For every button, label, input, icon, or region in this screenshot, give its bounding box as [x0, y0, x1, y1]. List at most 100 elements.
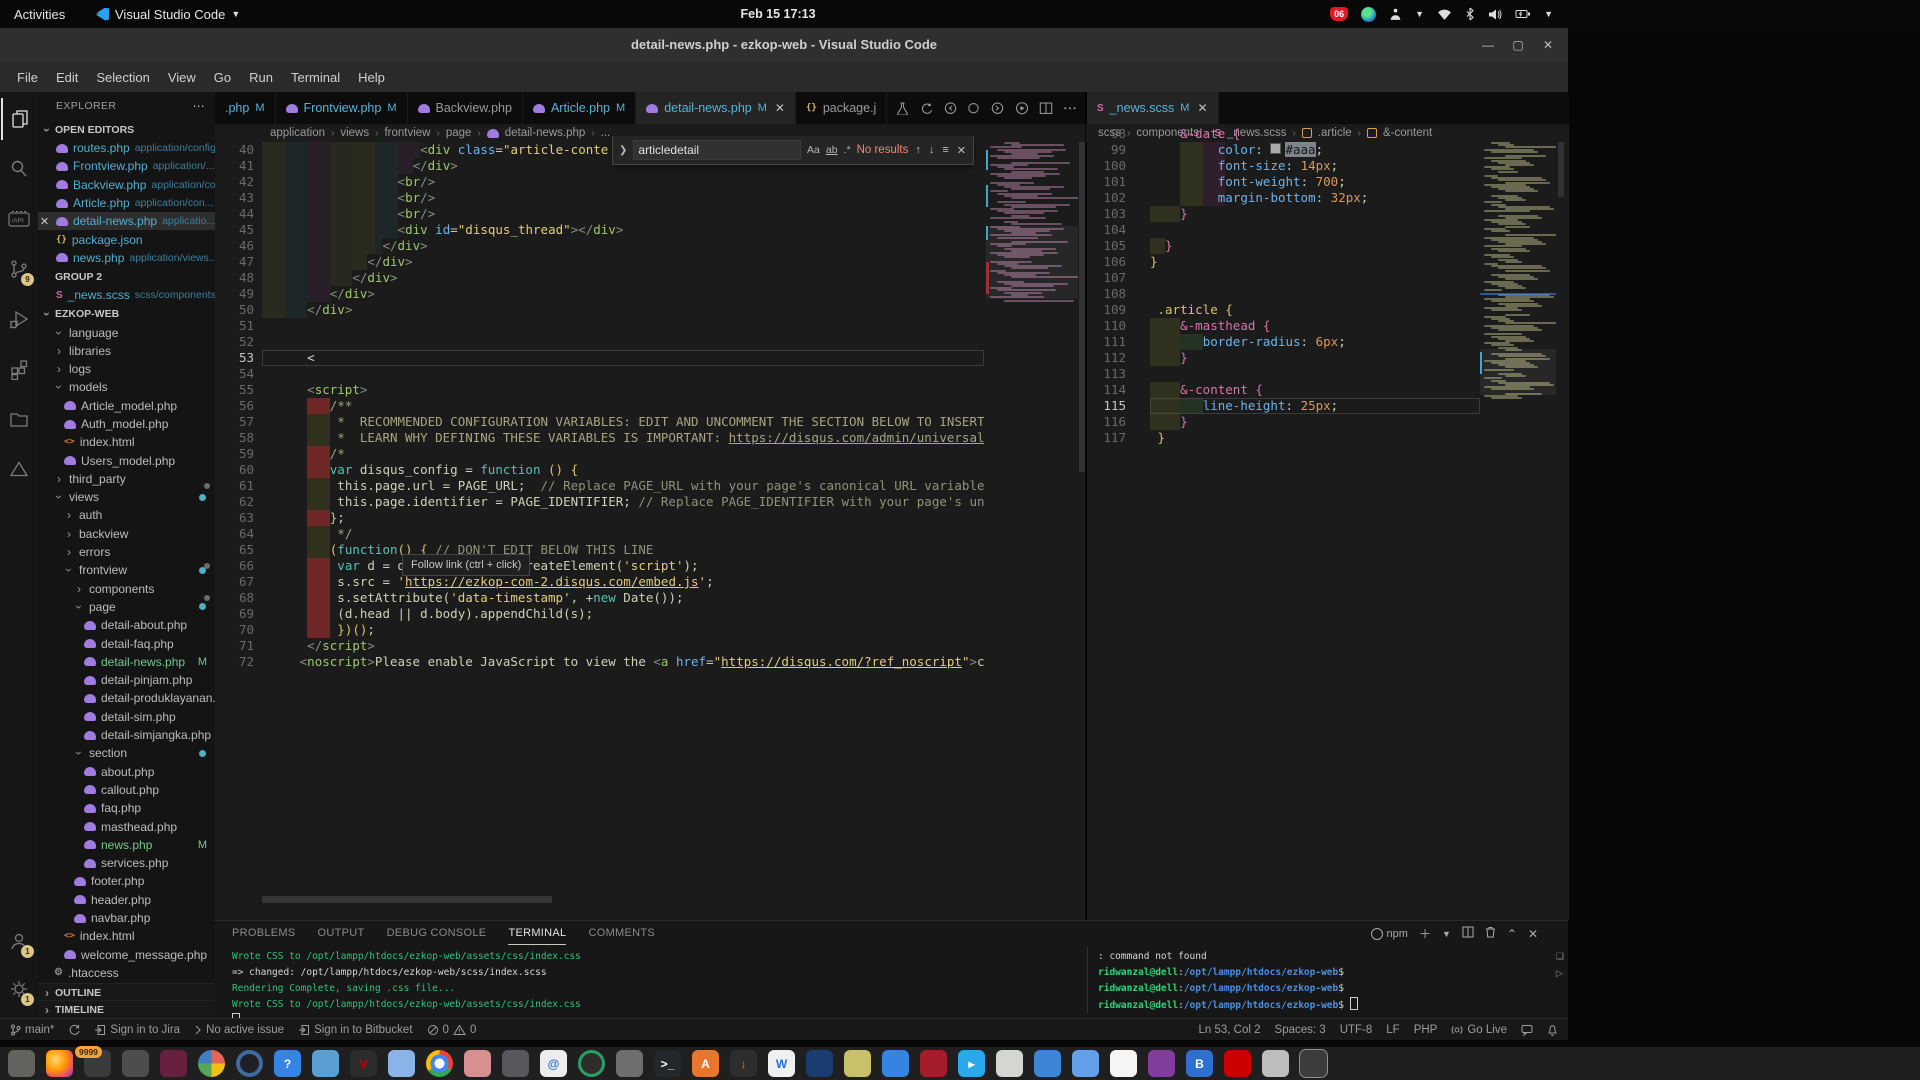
workspace-header[interactable]: ›EZKOP-WEB	[38, 304, 215, 323]
tree-item-section[interactable]: ›section	[38, 744, 215, 762]
open-editor-item[interactable]: Frontview.phpapplication/...M	[38, 157, 215, 175]
breadcrumb-item[interactable]: ...	[601, 127, 611, 139]
run-and-debug-icon[interactable]	[1, 298, 37, 340]
terminal-dropdown-icon[interactable]: ▼	[1442, 929, 1451, 939]
terminal-tabs-list[interactable]: ❏▷	[1556, 951, 1564, 979]
taskbar-app-30-icon[interactable]	[1110, 1050, 1137, 1077]
taskbar-libreoffice-a-icon[interactable]: A	[692, 1050, 719, 1077]
tree-item-services.php[interactable]: services.php	[38, 854, 215, 872]
tree-item-detail-pinjam.php[interactable]: detail-pinjam.php	[38, 671, 215, 689]
status-active-issue[interactable]: No active issue	[194, 1024, 284, 1036]
tree-item-footer.php[interactable]: footer.php	[38, 872, 215, 890]
tree-item-language[interactable]: ›language	[38, 323, 215, 341]
tree-item-welcome_message.php[interactable]: welcome_message.php	[38, 945, 215, 963]
panel-tab-comments[interactable]: COMMENTS	[588, 927, 655, 945]
menu-view[interactable]: View	[159, 66, 205, 89]
panel-tab-terminal[interactable]: TERMINAL	[508, 927, 566, 945]
taskbar-bluetooth-icon[interactable]: B	[1186, 1050, 1213, 1077]
minimize-button[interactable]: —	[1480, 38, 1496, 52]
menu-terminal[interactable]: Terminal	[282, 66, 349, 89]
taskbar-firefox-icon[interactable]	[46, 1050, 73, 1077]
triangle-tool-icon[interactable]	[1, 448, 37, 490]
extensions-icon[interactable]	[1, 348, 37, 390]
terminal-process-label[interactable]: npm	[1371, 928, 1408, 940]
volume-icon[interactable]	[1488, 8, 1502, 21]
gutter-dot[interactable]	[204, 563, 210, 569]
taskbar-app-31-icon[interactable]	[1148, 1050, 1175, 1077]
status-git-branch[interactable]: main*	[10, 1024, 54, 1036]
gutter-dot[interactable]	[204, 483, 210, 489]
previous-match-icon[interactable]: ↑	[914, 144, 922, 156]
tab-detail-news.php[interactable]: detail-news.phpM✕	[636, 92, 796, 124]
chevron-down-icon[interactable]: ▼	[1544, 9, 1553, 19]
taskbar-downloads-icon[interactable]: ↓	[730, 1050, 757, 1077]
menu-edit[interactable]: Edit	[47, 66, 87, 89]
taskbar-photos-icon[interactable]	[198, 1050, 225, 1077]
tab-_news.scss[interactable]: S_news.scssM✕	[1087, 92, 1219, 124]
status-feedback[interactable]	[1521, 1024, 1533, 1036]
tree-item-Auth_model.php[interactable]: Auth_model.php	[38, 415, 215, 433]
taskbar-app-34-icon[interactable]	[1262, 1050, 1289, 1077]
tree-item-news.php[interactable]: news.phpM	[38, 836, 215, 854]
tree-item-Users_model.php[interactable]: Users_model.php	[38, 451, 215, 469]
tab-Frontview.php[interactable]: Frontview.phpM	[276, 92, 408, 124]
split-editor-icon[interactable]	[1039, 102, 1053, 115]
tree-item-callout.php[interactable]: callout.php	[38, 781, 215, 799]
terminal-tab-icon[interactable]: ❏	[1556, 951, 1564, 962]
open-editors-header[interactable]: ›OPEN EDITORS	[38, 120, 215, 139]
whole-word-icon[interactable]: ab	[826, 144, 838, 156]
tree-item-components[interactable]: ›components	[38, 580, 215, 598]
taskbar-evolution-icon[interactable]: @	[540, 1050, 567, 1077]
open-editor-item[interactable]: ✕detail-news.phpapplicatio...M	[38, 212, 215, 230]
taskbar-impress-grid-icon[interactable]	[920, 1050, 947, 1077]
breadcrumb-item[interactable]: application	[270, 127, 325, 139]
menu-help[interactable]: Help	[349, 66, 394, 89]
taskbar-files-icon[interactable]	[8, 1050, 35, 1077]
tree-item-.htaccess[interactable]: ⚙.htaccess	[38, 964, 215, 982]
taskbar-app-27-icon[interactable]	[996, 1050, 1023, 1077]
taskbar-app-4-icon[interactable]	[122, 1050, 149, 1077]
taskbar-globe-icon[interactable]	[1072, 1050, 1099, 1077]
more-actions-icon[interactable]: ⋯	[193, 99, 205, 113]
status-git-sync[interactable]	[68, 1024, 80, 1036]
source-control-icon[interactable]: 9	[1, 248, 37, 290]
battery-icon[interactable]	[1515, 8, 1531, 20]
maximize-panel-icon[interactable]: ⌃	[1507, 927, 1517, 941]
close-icon[interactable]: ✕	[956, 144, 967, 157]
tree-item-index.html[interactable]: <>index.html	[38, 927, 215, 945]
tree-item-header.php[interactable]: header.php	[38, 891, 215, 909]
window-titlebar[interactable]: detail-news.php - ezkop-web - Visual Stu…	[0, 28, 1568, 62]
run-circle-icon[interactable]	[1015, 102, 1029, 115]
breadcrumb-item[interactable]: views	[340, 127, 369, 139]
taskbar-mail-icon[interactable]: 9999	[84, 1050, 111, 1077]
regex-icon[interactable]: .*	[844, 144, 851, 156]
close-icon[interactable]: ✕	[1197, 101, 1207, 115]
tree-item-auth[interactable]: ›auth	[38, 506, 215, 524]
close-icon[interactable]: ✕	[775, 101, 785, 115]
tree-item-detail-about.php[interactable]: detail-about.php	[38, 616, 215, 634]
tree-item-detail-sim.php[interactable]: detail-sim.php	[38, 708, 215, 726]
next-match-icon[interactable]: ↓	[928, 144, 936, 156]
status-jira-signin[interactable]: Sign in to Jira	[94, 1024, 180, 1036]
new-terminal-icon[interactable]: ＋	[1419, 925, 1431, 942]
tab-Article.php[interactable]: Article.phpM	[523, 92, 636, 124]
taskbar-help-icon[interactable]: ?	[274, 1050, 301, 1077]
menu-run[interactable]: Run	[240, 66, 282, 89]
status-notifications[interactable]	[1547, 1024, 1558, 1036]
tree-item-detail-simjangka.php[interactable]: detail-simjangka.php	[38, 726, 215, 744]
open-editor-item[interactable]: Backview.phpapplication/contro...	[38, 176, 215, 194]
status-go-live[interactable]: Go Live	[1451, 1024, 1507, 1036]
tree-item-detail-faq.php[interactable]: detail-faq.php	[38, 634, 215, 652]
status-language-mode[interactable]: PHP	[1414, 1024, 1438, 1036]
tree-item-detail-news.php[interactable]: detail-news.phpM	[38, 653, 215, 671]
chevron-down-icon[interactable]: ▼	[1415, 9, 1424, 19]
code-editor-left[interactable]: <div class="article-conte</div><br/><br/…	[262, 142, 984, 896]
taskbar-camera-blue-icon[interactable]	[1034, 1050, 1061, 1077]
nav-forward-icon[interactable]	[991, 102, 1005, 115]
close-button[interactable]: ✕	[1540, 38, 1556, 52]
breadcrumb-item[interactable]: detail-news.php	[505, 127, 586, 139]
open-editor-item[interactable]: S_news.scssscss/componentsM	[38, 286, 215, 304]
focused-app-menu[interactable]: Visual Studio Code▼	[96, 0, 240, 28]
status-eol[interactable]: LF	[1386, 1024, 1399, 1036]
wifi-icon[interactable]	[1437, 8, 1452, 21]
